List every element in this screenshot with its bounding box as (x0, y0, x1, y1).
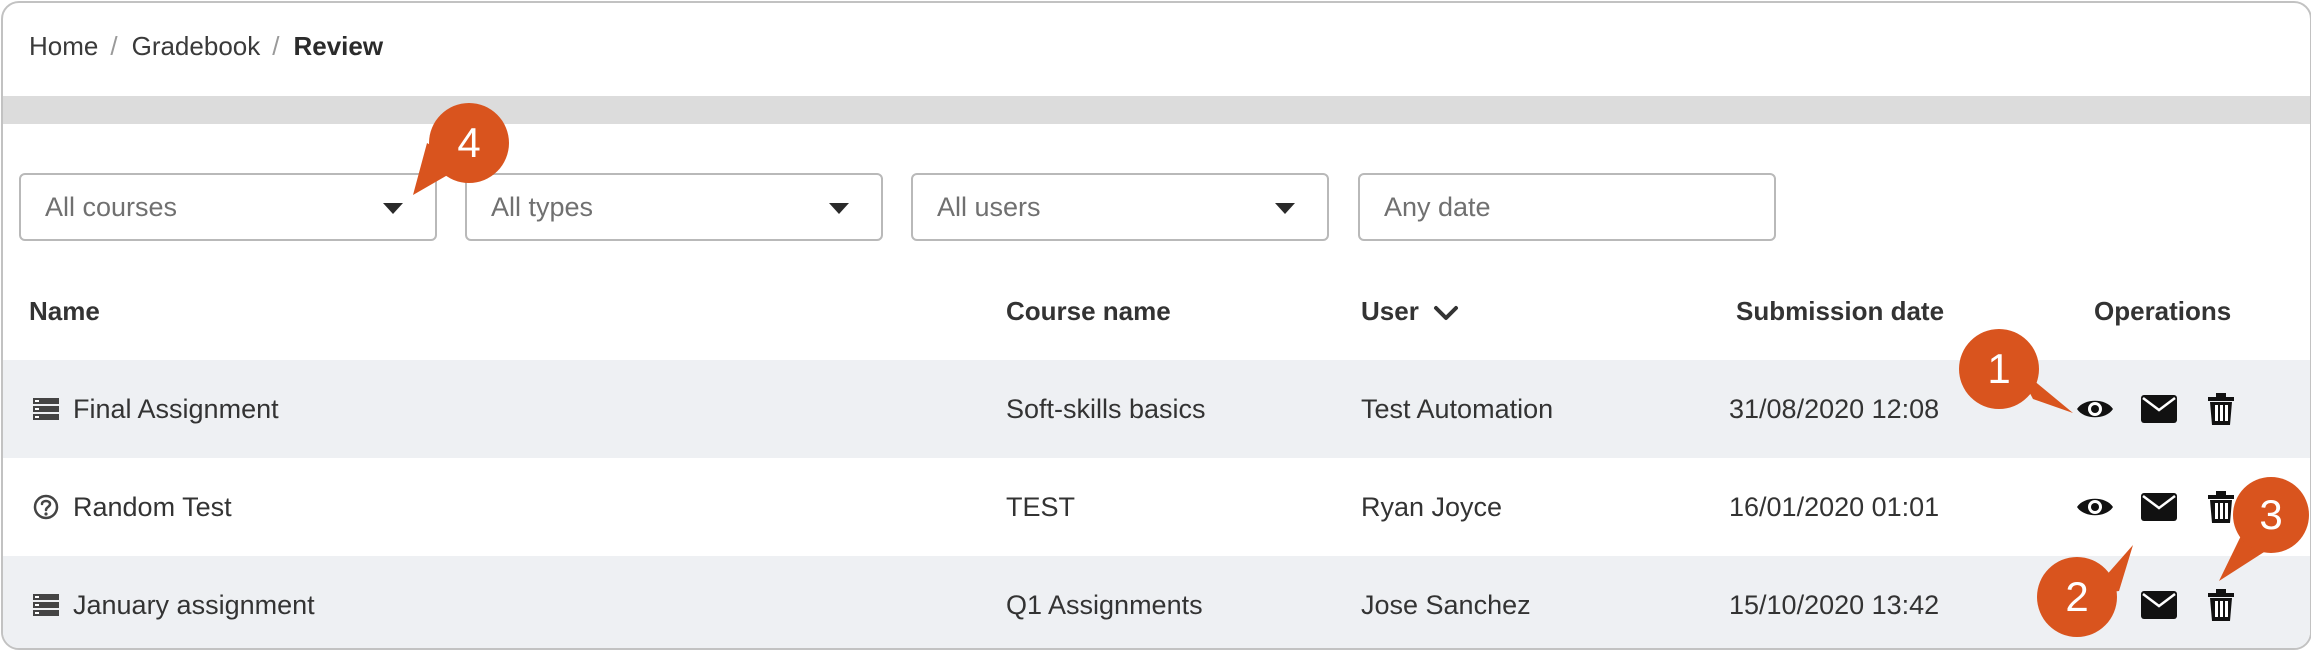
column-header-user[interactable]: User (1361, 293, 1459, 329)
cell-user: Jose Sanchez (1361, 589, 1531, 620)
cell-name: January assignment (33, 556, 315, 648)
trash-icon (2208, 589, 2234, 621)
cell-user: Ryan Joyce (1361, 491, 1503, 522)
cell-date: 16/01/2020 01:01 (1729, 491, 1940, 522)
cell-date: 31/08/2020 12:08 (1729, 393, 1940, 424)
item-name[interactable]: Random Test (73, 492, 232, 523)
date-filter-placeholder: Any date (1384, 191, 1491, 222)
table-row: Random Test TEST Ryan Joyce 16/01/2020 0… (3, 458, 2310, 556)
callout-number: 2 (2065, 573, 2088, 620)
callout-marker-1: 1 (1955, 325, 2085, 425)
column-header-user-label: User (1361, 296, 1419, 326)
breadcrumb: Home / Gradebook / Review (29, 21, 383, 71)
cell-name: Random Test (33, 458, 232, 556)
caret-down-icon (1275, 203, 1295, 214)
table-row: January assignment Q1 Assignments Jose S… (3, 556, 2310, 648)
breadcrumb-separator: / (110, 30, 118, 61)
envelope-icon (2141, 395, 2177, 423)
header-divider-band (3, 96, 2310, 124)
type-filter-select[interactable]: All types (465, 173, 883, 241)
callout-number: 4 (457, 119, 480, 166)
breadcrumb-current: Review (293, 30, 384, 61)
column-header-operations: Operations (2094, 296, 2232, 326)
assignment-icon (33, 592, 59, 618)
callout-marker-4: 4 (403, 103, 523, 203)
message-button[interactable] (2139, 360, 2179, 458)
eye-icon (2077, 498, 2113, 516)
delete-button[interactable] (2203, 360, 2239, 458)
cell-course: Q1 Assignments (1006, 589, 1203, 620)
item-name[interactable]: January assignment (73, 590, 315, 621)
breadcrumb-home[interactable]: Home (29, 31, 98, 62)
user-filter-value: All users (937, 191, 1041, 222)
caret-down-icon (829, 203, 849, 214)
breadcrumb-gradebook[interactable]: Gradebook (132, 31, 261, 62)
callout-number: 3 (2259, 491, 2282, 538)
callout-marker-2: 2 (2029, 541, 2149, 641)
cell-name: Final Assignment (33, 360, 279, 458)
caret-down-icon (383, 203, 403, 214)
cell-course: TEST (1006, 491, 1076, 522)
cell-course: Soft-skills basics (1006, 393, 1206, 424)
page-frame: Home / Gradebook / Review All courses Al… (1, 1, 2311, 650)
column-header-course[interactable]: Course name (1006, 293, 1171, 329)
date-filter-input[interactable]: Any date (1358, 173, 1776, 241)
course-filter-value: All courses (45, 191, 178, 222)
chevron-down-icon (1433, 306, 1458, 320)
trash-icon (2208, 393, 2234, 425)
item-name[interactable]: Final Assignment (73, 394, 279, 425)
callout-number: 1 (1987, 345, 2010, 392)
breadcrumb-separator: / (272, 30, 280, 61)
question-circle-icon (33, 494, 59, 520)
column-header-name[interactable]: Name (29, 293, 100, 329)
user-filter-select[interactable]: All users (911, 173, 1329, 241)
column-header-submission-date[interactable]: Submission date (1736, 293, 1944, 329)
callout-marker-3: 3 (2213, 471, 2310, 591)
cell-date: 15/10/2020 13:42 (1729, 589, 1940, 620)
envelope-icon (2141, 493, 2177, 521)
cell-user: Test Automation (1361, 393, 1554, 424)
course-filter-select[interactable]: All courses (19, 173, 437, 241)
assignment-icon (33, 396, 59, 422)
